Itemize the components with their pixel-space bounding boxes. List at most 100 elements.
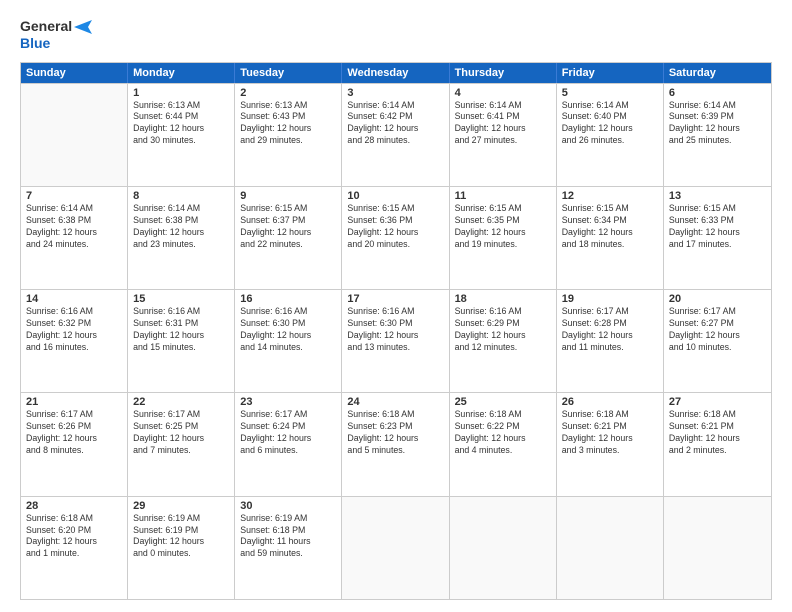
day-info: Sunrise: 6:13 AM Sunset: 6:44 PM Dayligh… xyxy=(133,100,229,148)
calendar-cell: 1Sunrise: 6:13 AM Sunset: 6:44 PM Daylig… xyxy=(128,84,235,186)
weekday-header: Friday xyxy=(557,63,664,83)
calendar-cell: 29Sunrise: 6:19 AM Sunset: 6:19 PM Dayli… xyxy=(128,497,235,599)
calendar-cell: 8Sunrise: 6:14 AM Sunset: 6:38 PM Daylig… xyxy=(128,187,235,289)
day-number: 4 xyxy=(455,87,551,99)
calendar-row: 28Sunrise: 6:18 AM Sunset: 6:20 PM Dayli… xyxy=(21,496,771,599)
calendar-cell: 15Sunrise: 6:16 AM Sunset: 6:31 PM Dayli… xyxy=(128,290,235,392)
day-number: 12 xyxy=(562,190,658,202)
day-number: 6 xyxy=(669,87,766,99)
day-number: 21 xyxy=(26,396,122,408)
calendar-cell xyxy=(664,497,771,599)
day-info: Sunrise: 6:14 AM Sunset: 6:38 PM Dayligh… xyxy=(26,203,122,251)
day-info: Sunrise: 6:13 AM Sunset: 6:43 PM Dayligh… xyxy=(240,100,336,148)
calendar-row: 21Sunrise: 6:17 AM Sunset: 6:26 PM Dayli… xyxy=(21,392,771,495)
day-info: Sunrise: 6:18 AM Sunset: 6:21 PM Dayligh… xyxy=(669,409,766,457)
header: General Blue xyxy=(20,18,772,52)
calendar-cell: 23Sunrise: 6:17 AM Sunset: 6:24 PM Dayli… xyxy=(235,393,342,495)
day-number: 5 xyxy=(562,87,658,99)
day-info: Sunrise: 6:15 AM Sunset: 6:37 PM Dayligh… xyxy=(240,203,336,251)
day-info: Sunrise: 6:18 AM Sunset: 6:23 PM Dayligh… xyxy=(347,409,443,457)
day-info: Sunrise: 6:17 AM Sunset: 6:25 PM Dayligh… xyxy=(133,409,229,457)
day-number: 18 xyxy=(455,293,551,305)
calendar-cell xyxy=(342,497,449,599)
calendar-cell: 19Sunrise: 6:17 AM Sunset: 6:28 PM Dayli… xyxy=(557,290,664,392)
day-number: 16 xyxy=(240,293,336,305)
day-info: Sunrise: 6:17 AM Sunset: 6:24 PM Dayligh… xyxy=(240,409,336,457)
calendar-cell: 21Sunrise: 6:17 AM Sunset: 6:26 PM Dayli… xyxy=(21,393,128,495)
day-info: Sunrise: 6:15 AM Sunset: 6:36 PM Dayligh… xyxy=(347,203,443,251)
weekday-header: Thursday xyxy=(450,63,557,83)
calendar-row: 7Sunrise: 6:14 AM Sunset: 6:38 PM Daylig… xyxy=(21,186,771,289)
day-number: 1 xyxy=(133,87,229,99)
calendar-cell: 25Sunrise: 6:18 AM Sunset: 6:22 PM Dayli… xyxy=(450,393,557,495)
weekday-header: Tuesday xyxy=(235,63,342,83)
calendar-cell: 3Sunrise: 6:14 AM Sunset: 6:42 PM Daylig… xyxy=(342,84,449,186)
day-info: Sunrise: 6:15 AM Sunset: 6:34 PM Dayligh… xyxy=(562,203,658,251)
day-info: Sunrise: 6:17 AM Sunset: 6:26 PM Dayligh… xyxy=(26,409,122,457)
weekday-header: Saturday xyxy=(664,63,771,83)
day-number: 20 xyxy=(669,293,766,305)
day-number: 10 xyxy=(347,190,443,202)
day-number: 8 xyxy=(133,190,229,202)
weekday-header: Sunday xyxy=(21,63,128,83)
day-info: Sunrise: 6:17 AM Sunset: 6:28 PM Dayligh… xyxy=(562,306,658,354)
calendar-cell: 12Sunrise: 6:15 AM Sunset: 6:34 PM Dayli… xyxy=(557,187,664,289)
day-info: Sunrise: 6:14 AM Sunset: 6:40 PM Dayligh… xyxy=(562,100,658,148)
calendar-cell: 28Sunrise: 6:18 AM Sunset: 6:20 PM Dayli… xyxy=(21,497,128,599)
calendar-cell: 30Sunrise: 6:19 AM Sunset: 6:18 PM Dayli… xyxy=(235,497,342,599)
calendar-header: SundayMondayTuesdayWednesdayThursdayFrid… xyxy=(21,63,771,83)
day-info: Sunrise: 6:15 AM Sunset: 6:33 PM Dayligh… xyxy=(669,203,766,251)
weekday-header: Monday xyxy=(128,63,235,83)
calendar-cell xyxy=(21,84,128,186)
day-number: 13 xyxy=(669,190,766,202)
day-number: 30 xyxy=(240,500,336,512)
day-info: Sunrise: 6:16 AM Sunset: 6:32 PM Dayligh… xyxy=(26,306,122,354)
logo: General Blue xyxy=(20,18,92,52)
day-number: 25 xyxy=(455,396,551,408)
calendar-cell: 10Sunrise: 6:15 AM Sunset: 6:36 PM Dayli… xyxy=(342,187,449,289)
calendar-cell: 24Sunrise: 6:18 AM Sunset: 6:23 PM Dayli… xyxy=(342,393,449,495)
weekday-header: Wednesday xyxy=(342,63,449,83)
day-info: Sunrise: 6:19 AM Sunset: 6:19 PM Dayligh… xyxy=(133,513,229,561)
calendar-row: 14Sunrise: 6:16 AM Sunset: 6:32 PM Dayli… xyxy=(21,289,771,392)
logo-bird-icon xyxy=(74,20,92,34)
calendar-cell: 11Sunrise: 6:15 AM Sunset: 6:35 PM Dayli… xyxy=(450,187,557,289)
day-info: Sunrise: 6:18 AM Sunset: 6:20 PM Dayligh… xyxy=(26,513,122,561)
calendar-cell: 5Sunrise: 6:14 AM Sunset: 6:40 PM Daylig… xyxy=(557,84,664,186)
calendar: SundayMondayTuesdayWednesdayThursdayFrid… xyxy=(20,62,772,600)
calendar-cell: 2Sunrise: 6:13 AM Sunset: 6:43 PM Daylig… xyxy=(235,84,342,186)
day-info: Sunrise: 6:18 AM Sunset: 6:22 PM Dayligh… xyxy=(455,409,551,457)
day-number: 23 xyxy=(240,396,336,408)
day-info: Sunrise: 6:15 AM Sunset: 6:35 PM Dayligh… xyxy=(455,203,551,251)
calendar-cell: 27Sunrise: 6:18 AM Sunset: 6:21 PM Dayli… xyxy=(664,393,771,495)
day-info: Sunrise: 6:16 AM Sunset: 6:29 PM Dayligh… xyxy=(455,306,551,354)
calendar-row: 1Sunrise: 6:13 AM Sunset: 6:44 PM Daylig… xyxy=(21,83,771,186)
day-info: Sunrise: 6:16 AM Sunset: 6:30 PM Dayligh… xyxy=(347,306,443,354)
calendar-cell: 16Sunrise: 6:16 AM Sunset: 6:30 PM Dayli… xyxy=(235,290,342,392)
day-number: 15 xyxy=(133,293,229,305)
calendar-body: 1Sunrise: 6:13 AM Sunset: 6:44 PM Daylig… xyxy=(21,83,771,599)
calendar-cell: 18Sunrise: 6:16 AM Sunset: 6:29 PM Dayli… xyxy=(450,290,557,392)
day-info: Sunrise: 6:14 AM Sunset: 6:42 PM Dayligh… xyxy=(347,100,443,148)
day-info: Sunrise: 6:14 AM Sunset: 6:39 PM Dayligh… xyxy=(669,100,766,148)
calendar-cell: 7Sunrise: 6:14 AM Sunset: 6:38 PM Daylig… xyxy=(21,187,128,289)
day-number: 14 xyxy=(26,293,122,305)
calendar-cell: 17Sunrise: 6:16 AM Sunset: 6:30 PM Dayli… xyxy=(342,290,449,392)
day-number: 28 xyxy=(26,500,122,512)
day-number: 11 xyxy=(455,190,551,202)
day-info: Sunrise: 6:16 AM Sunset: 6:31 PM Dayligh… xyxy=(133,306,229,354)
day-info: Sunrise: 6:14 AM Sunset: 6:38 PM Dayligh… xyxy=(133,203,229,251)
day-info: Sunrise: 6:17 AM Sunset: 6:27 PM Dayligh… xyxy=(669,306,766,354)
calendar-cell: 26Sunrise: 6:18 AM Sunset: 6:21 PM Dayli… xyxy=(557,393,664,495)
calendar-cell xyxy=(557,497,664,599)
day-number: 3 xyxy=(347,87,443,99)
day-info: Sunrise: 6:18 AM Sunset: 6:21 PM Dayligh… xyxy=(562,409,658,457)
day-info: Sunrise: 6:14 AM Sunset: 6:41 PM Dayligh… xyxy=(455,100,551,148)
day-info: Sunrise: 6:16 AM Sunset: 6:30 PM Dayligh… xyxy=(240,306,336,354)
calendar-cell: 22Sunrise: 6:17 AM Sunset: 6:25 PM Dayli… xyxy=(128,393,235,495)
logo-text: General Blue xyxy=(20,18,92,52)
day-number: 9 xyxy=(240,190,336,202)
day-number: 29 xyxy=(133,500,229,512)
day-info: Sunrise: 6:19 AM Sunset: 6:18 PM Dayligh… xyxy=(240,513,336,561)
calendar-cell xyxy=(450,497,557,599)
